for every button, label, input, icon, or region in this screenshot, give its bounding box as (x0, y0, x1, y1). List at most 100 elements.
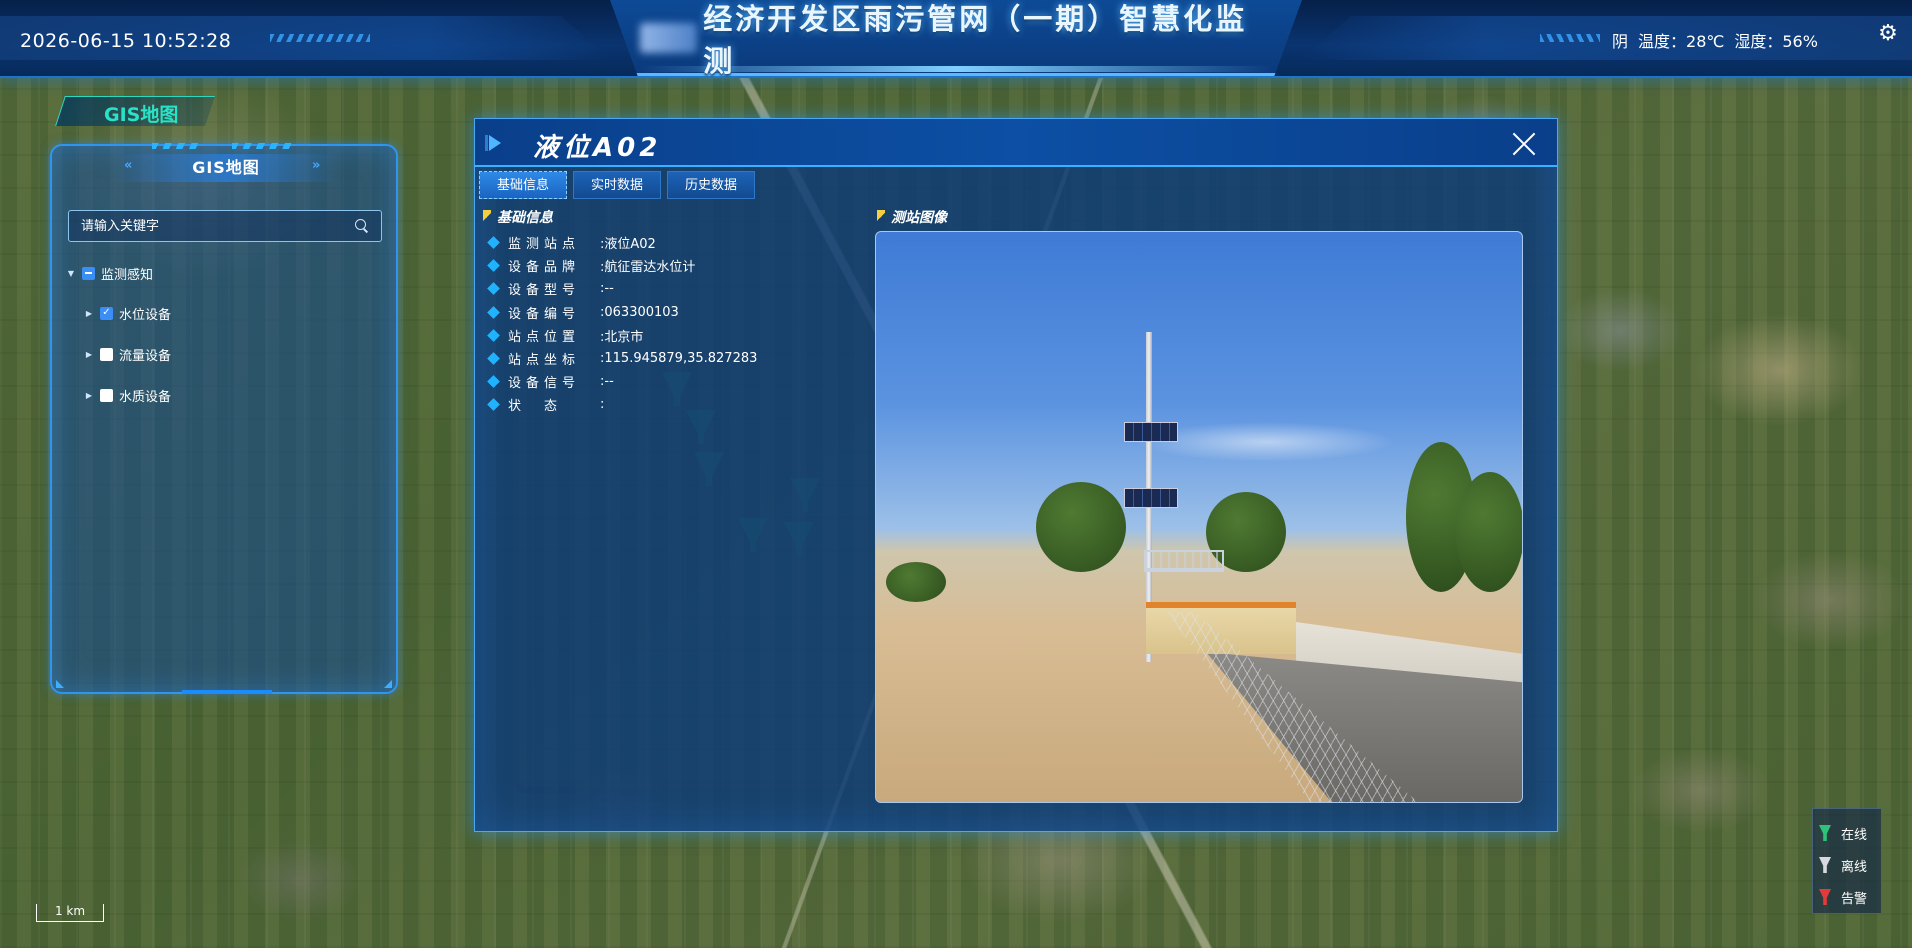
photo-tree (1036, 482, 1126, 572)
current-datetime: 2026-06-15 10:52:28 (20, 30, 232, 52)
online-marker-icon (1819, 825, 1831, 841)
info-label: 站点位置 (508, 329, 581, 345)
info-row: 设备型号 :-- (485, 277, 785, 300)
photo-tree (1456, 472, 1522, 592)
panel-corner-decoration (152, 143, 202, 149)
station-detail-dialog: 液位A02 基础信息 实时数据 历史数据 基础信息 监测站点 :液位A02 设备… (474, 118, 1558, 832)
diamond-icon (487, 259, 500, 273)
photo-solar-panel (1124, 488, 1178, 508)
caret-down-icon[interactable]: ▼ (66, 269, 76, 278)
caret-right-icon[interactable]: ▶ (84, 391, 94, 400)
diamond-icon (487, 282, 500, 296)
basic-info-section-label: 基础信息 (497, 210, 553, 226)
diamond-icon (487, 352, 500, 365)
play-arrow-icon (489, 135, 501, 151)
tree-node-monitoring[interactable]: ▼ 监测感知 (66, 264, 154, 283)
flag-icon (483, 210, 491, 224)
search-input[interactable] (81, 218, 355, 234)
alarm-marker-icon (1819, 889, 1831, 905)
weather-humidity: 湿度：56% (1734, 32, 1818, 51)
tree-node-water-level[interactable]: ▶ ✓ 水位设备 (84, 304, 172, 323)
panel-corner-decoration (384, 680, 392, 688)
chevron-left-icon: « (124, 158, 133, 173)
info-row: 设备编号 :063300103 (485, 301, 785, 324)
gear-icon[interactable]: ⚙ (1876, 22, 1900, 46)
tree-checkbox-water-quality[interactable] (100, 388, 113, 402)
tree-node-flow[interactable]: ▶ 流量设备 (84, 345, 172, 364)
info-row: 设备品牌 :航征雷达水位计 (485, 254, 785, 277)
legend-label-alarm: 告警 (1841, 891, 1868, 907)
info-value: :液位A02 (600, 237, 656, 253)
station-photo (875, 231, 1523, 803)
info-value: : (600, 397, 605, 413)
diamond-icon (487, 328, 500, 342)
header-stripe-decoration (270, 34, 370, 42)
close-icon[interactable] (1511, 131, 1537, 157)
tree-node-water-quality[interactable]: ▶ 水质设备 (84, 386, 171, 405)
info-value: :航征雷达水位计 (600, 260, 696, 276)
info-row: 站点坐标 :115.945879,35.827283 (485, 347, 785, 370)
tree-label-monitoring: 监测感知 (101, 267, 154, 283)
photo-solar-panel (1124, 422, 1178, 442)
panel-corner-decoration (56, 680, 64, 688)
diamond-icon (487, 236, 500, 249)
diamond-icon (487, 398, 500, 412)
dialog-header: 液位A02 (475, 119, 1557, 167)
search-box (68, 210, 382, 242)
header-stripe-decoration (1540, 34, 1600, 42)
weather-info: 阴 温度：28℃ 湿度：56% (1612, 28, 1818, 52)
info-value: :北京市 (600, 329, 644, 345)
tree-label-flow: 流量设备 (119, 348, 172, 364)
weather-condition: 阴 (1612, 32, 1629, 51)
tab-history-data[interactable]: 历史数据 (667, 171, 756, 199)
offline-marker-icon (1819, 857, 1831, 873)
tab-realtime-data[interactable]: 实时数据 (573, 171, 662, 199)
basic-info-section-title: 基础信息 (483, 207, 553, 227)
legend-label-offline: 离线 (1841, 859, 1868, 875)
gis-panel-title: GIS地图 (112, 154, 340, 182)
tree-label-water-level: 水位设备 (119, 307, 172, 323)
flag-icon (877, 210, 885, 224)
tree-checkbox-water-level[interactable]: ✓ (100, 306, 113, 320)
caret-right-icon[interactable]: ▶ (84, 309, 94, 318)
panel-corner-decoration (232, 143, 292, 149)
info-label: 设备型号 (508, 283, 581, 299)
info-label: 监测站点 (508, 237, 581, 253)
info-label: 设备信号 (508, 376, 581, 392)
photo-section-label: 测站图像 (891, 210, 947, 226)
dialog-tabs: 基础信息 实时数据 历史数据 (479, 171, 756, 199)
legend-item-offline: 离线 (1819, 849, 1875, 881)
info-row: 监测站点 :液位A02 (485, 231, 785, 254)
info-label: 状 态 (508, 399, 563, 415)
caret-right-icon[interactable]: ▶ (84, 350, 94, 359)
dialog-header-bar (485, 135, 488, 151)
gis-layer-panel: GIS地图 « » ▼ 监测感知 ▶ ✓ 水位设备 ▶ 流量设备 ▶ 水质设备 (50, 143, 398, 694)
basic-info-list: 监测站点 :液位A02 设备品牌 :航征雷达水位计 设备型号 :-- 设备编号 … (485, 231, 785, 417)
photo-tree (886, 562, 946, 602)
gis-map-tab[interactable]: GIS地图 (104, 100, 178, 127)
info-label: 站点坐标 (508, 353, 581, 369)
info-row: 设备信号 :-- (485, 370, 785, 393)
page-title-wrap: 经济开发区雨污管网（一期）智慧化监测 (640, 2, 1272, 78)
photo-section-title: 测站图像 (877, 207, 947, 227)
info-value: :-- (600, 281, 614, 297)
panel-bottom-accent (182, 690, 272, 694)
map-scale-bar: 1 km (36, 904, 104, 922)
tree-checkbox-monitoring[interactable] (82, 266, 95, 280)
map-legend: 在线 离线 告警 (1812, 808, 1882, 914)
legend-item-alarm: 告警 (1819, 881, 1875, 913)
tab-basic-info[interactable]: 基础信息 (479, 171, 568, 199)
top-header: 2026-06-15 10:52:28 经济开发区雨污管网（一期）智慧化监测 阴… (0, 0, 1912, 78)
info-value: :063300103 (600, 304, 679, 320)
info-label: 设备编号 (508, 306, 581, 322)
info-row: 状 态 : (485, 393, 785, 416)
info-value: :115.945879,35.827283 (600, 351, 758, 367)
legend-label-online: 在线 (1841, 827, 1868, 843)
info-value: :-- (600, 374, 614, 390)
tree-checkbox-flow[interactable] (100, 347, 113, 361)
page-title: 经济开发区雨污管网（一期）智慧化监测 (703, 2, 1248, 78)
search-icon[interactable] (355, 219, 369, 233)
info-label: 设备品牌 (508, 260, 581, 276)
chevron-right-icon: » (312, 158, 321, 173)
photo-platform (1144, 550, 1224, 572)
